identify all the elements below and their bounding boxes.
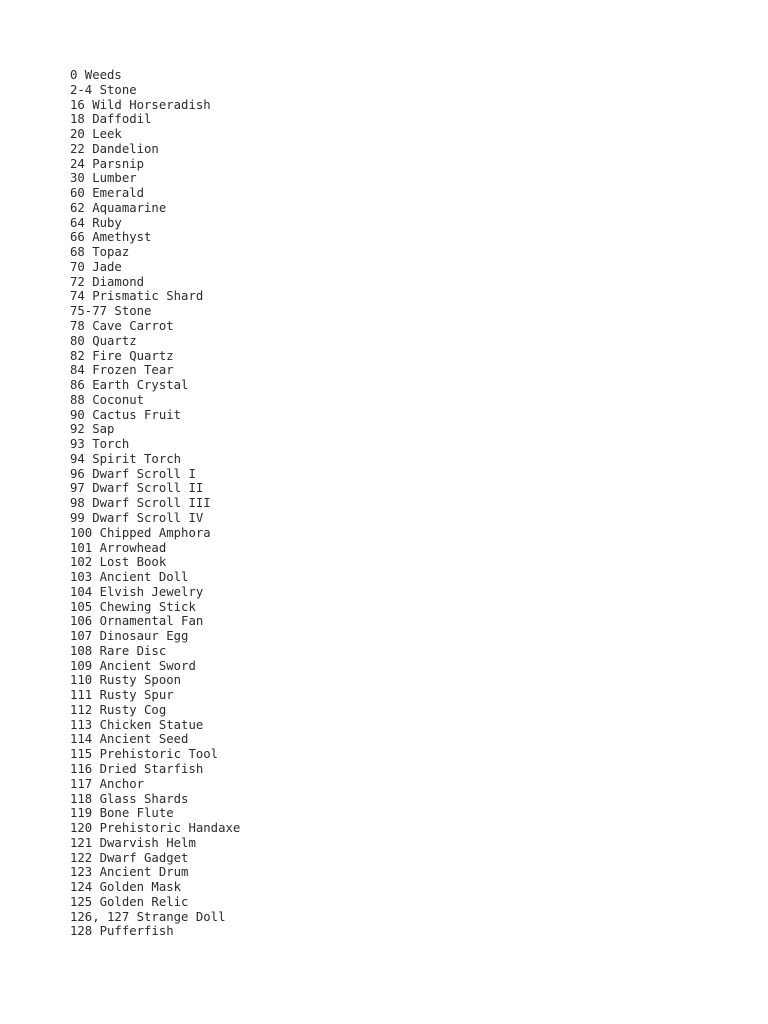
item-list-line: 30 Lumber [70,171,137,186]
document-page: 0 Weeds 2-4 Stone 16 Wild Horseradish 18 Da… [0,0,768,1024]
item-list-line: 92 Sap [70,422,115,437]
item-list-line: 104 Elvish Jewelry [70,584,204,599]
item-list-line: 115 Prehistoric Tool [70,747,219,762]
item-list-line: 128 Pufferfish [70,924,174,939]
item-list-line: 125 Golden Relic [70,894,189,909]
item-list-line: 102 Lost Book [70,555,167,570]
item-list-line: 114 Ancient Seed [70,732,189,747]
item-list-line: 122 Dwarf Gadget [70,850,189,865]
item-list-line: 0 Weeds [70,68,122,82]
item-list-line: 120 Prehistoric Handaxe [70,821,241,836]
item-list-line: 119 Bone Flute [70,806,174,821]
item-list-line: 62 Aquamarine [70,200,167,215]
item-list-line: 64 Ruby [70,215,122,230]
item-list-line: 121 Dwarvish Helm [70,835,196,850]
item-list-line: 126, 127 Strange Doll [70,909,226,924]
item-list-line: 105 Chewing Stick [70,599,196,614]
item-list-line: 98 Dwarf Scroll III [70,496,211,511]
item-list-line: 99 Dwarf Scroll IV [70,510,204,525]
item-list-line: 90 Cactus Fruit [70,407,182,422]
item-list-line: 103 Ancient Doll [70,570,189,585]
item-list-line: 109 Ancient Sword [70,658,196,673]
item-list-line: 116 Dried Starfish [70,761,204,776]
item-list-line: 80 Quartz [70,333,137,348]
item-list-line: 101 Arrowhead [70,540,167,555]
item-list-line: 93 Torch [70,437,130,452]
item-list-line: 75-77 Stone [70,304,152,319]
item-list-line: 97 Dwarf Scroll II [70,481,204,496]
item-list-line: 82 Fire Quartz [70,348,174,363]
item-list-line: 20 Leek [70,127,122,142]
item-list-line: 74 Prismatic Shard [70,289,204,304]
item-list-line: 112 Rusty Cog [70,702,167,717]
item-id-list: 0 Weeds 2-4 Stone 16 Wild Horseradish 18 Da… [70,68,240,939]
item-list-line: 72 Diamond [70,274,145,289]
item-list-line: 60 Emerald [70,186,145,201]
item-list-line: 123 Ancient Drum [70,865,189,880]
item-list-line: 22 Dandelion [70,141,159,156]
item-list-line: 70 Jade [70,259,122,274]
item-list-line: 86 Earth Crystal [70,378,189,393]
item-list-line: 68 Topaz [70,245,130,260]
item-list-line: 78 Cave Carrot [70,319,174,334]
item-list-line: 111 Rusty Spur [70,688,174,703]
item-list-line: 117 Anchor [70,776,145,791]
item-list-line: 96 Dwarf Scroll I [70,466,196,481]
item-list-line: 18 Daffodil [70,112,152,127]
item-list-line: 110 Rusty Spoon [70,673,182,688]
item-list-line: 108 Rare Disc [70,643,167,658]
item-list-line: 2-4 Stone [70,82,137,97]
item-list-line: 84 Frozen Tear [70,363,174,378]
item-list-line: 100 Chipped Amphora [70,525,211,540]
item-list-line: 124 Golden Mask [70,880,182,895]
item-list-line: 118 Glass Shards [70,791,189,806]
item-list-line: 113 Chicken Statue [70,717,204,732]
item-list-line: 107 Dinosaur Egg [70,629,189,644]
item-list-line: 66 Amethyst [70,230,152,245]
item-list-line: 88 Coconut [70,392,145,407]
item-list-line: 94 Spirit Torch [70,451,182,466]
item-list-line: 24 Parsnip [70,156,145,171]
item-list-line: 106 Ornamental Fan [70,614,204,629]
item-list-line: 16 Wild Horseradish [70,97,211,112]
